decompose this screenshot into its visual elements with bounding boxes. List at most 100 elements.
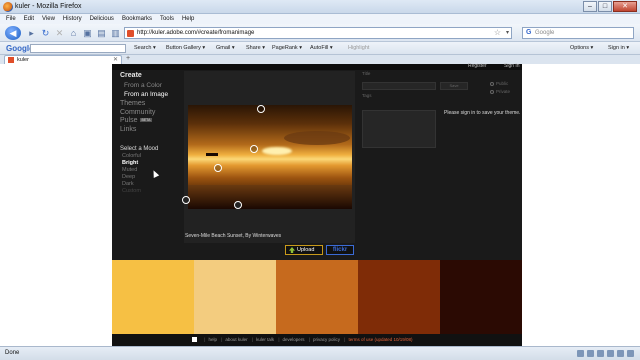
photo-shore bbox=[188, 185, 352, 209]
menu-bookmarks[interactable]: Bookmarks bbox=[122, 14, 152, 24]
footer-talk-link[interactable]: kuler talk bbox=[256, 337, 274, 342]
color-picker-handle[interactable] bbox=[182, 196, 190, 204]
footer-links: | help | about kuler | kuler talk | develope… bbox=[192, 337, 413, 343]
signin-message: Please sign in to save your theme. bbox=[444, 110, 521, 116]
menu-help[interactable]: Help bbox=[182, 14, 194, 24]
menu-history[interactable]: History bbox=[63, 14, 82, 24]
title-input[interactable] bbox=[362, 82, 436, 90]
menu-file[interactable]: File bbox=[6, 14, 16, 24]
mood-deep[interactable]: Deep bbox=[122, 174, 135, 180]
minimize-button[interactable]: – bbox=[583, 1, 597, 12]
public-radio[interactable]: Public bbox=[490, 81, 508, 86]
swatch-1[interactable] bbox=[112, 260, 194, 334]
print-icon[interactable]: ▥ bbox=[110, 28, 121, 38]
stop-icon[interactable]: ✕ bbox=[54, 28, 65, 38]
home-icon[interactable]: ⌂ bbox=[68, 28, 79, 38]
highlight-button[interactable]: Highlight bbox=[348, 45, 369, 51]
photo-caption: Seven-Mile Beach Sunset, By Winterwaves bbox=[185, 233, 282, 239]
footer-terms-link[interactable]: terms of use (updated 10/19/08) bbox=[348, 337, 412, 342]
color-picker-handle[interactable] bbox=[250, 145, 258, 153]
addon-icon[interactable] bbox=[617, 350, 624, 357]
nav-from-color[interactable]: From a Color bbox=[124, 82, 162, 89]
upload-button[interactable]: Upload bbox=[285, 245, 323, 255]
footer-privacy-link[interactable]: privacy policy bbox=[313, 337, 340, 342]
tab-kuler[interactable]: kuler ✕ bbox=[4, 55, 122, 64]
mood-title: Select a Mood bbox=[120, 146, 159, 152]
footer-help-link[interactable]: help bbox=[208, 337, 217, 342]
color-picker-handle[interactable] bbox=[257, 105, 265, 113]
mood-colorful[interactable]: Colorful bbox=[122, 153, 141, 159]
maximize-button[interactable]: □ bbox=[598, 1, 612, 12]
color-picker-handle[interactable] bbox=[234, 201, 242, 209]
save-button[interactable]: Save bbox=[440, 82, 468, 90]
photo-boat bbox=[206, 153, 218, 156]
kuler-top-strip: Register Sign In bbox=[112, 63, 522, 70]
flickr-button[interactable]: flickr bbox=[326, 245, 354, 255]
back-icon[interactable]: ◀ bbox=[5, 26, 21, 40]
nav-create[interactable]: Create bbox=[120, 72, 142, 79]
image-panel bbox=[182, 71, 355, 243]
flickr-label: flickr bbox=[332, 247, 348, 253]
navigation-toolbar: ◀ ▸ ↻ ✕ ⌂ ▣ ▤ ▥ http://kuler.adobe.com/#… bbox=[0, 24, 640, 42]
nav-themes[interactable]: Themes bbox=[120, 100, 145, 107]
nav-pulse[interactable]: Pulse BETA bbox=[120, 117, 153, 124]
google-search-button[interactable]: Search ▾ bbox=[134, 45, 156, 51]
radio-icon bbox=[490, 81, 494, 86]
close-button[interactable]: ✕ bbox=[613, 1, 637, 12]
share-button[interactable]: Share ▾ bbox=[246, 45, 265, 51]
nav-from-image[interactable]: From an Image bbox=[124, 91, 168, 98]
kuler-footer: | help | about kuler | kuler talk | develope… bbox=[112, 334, 522, 346]
swatch-2[interactable] bbox=[194, 260, 276, 334]
button-gallery-button[interactable]: Button Gallery ▾ bbox=[166, 45, 205, 51]
swatch-3[interactable] bbox=[276, 260, 358, 334]
new-tab-icon[interactable]: + bbox=[126, 55, 130, 62]
addon-icon[interactable] bbox=[607, 350, 614, 357]
address-dropdown-icon[interactable]: ▾ bbox=[506, 29, 509, 36]
mood-dark[interactable]: Dark bbox=[122, 181, 134, 187]
swatch-4[interactable] bbox=[358, 260, 440, 334]
menu-edit[interactable]: Edit bbox=[24, 14, 34, 24]
private-radio[interactable]: Private bbox=[490, 89, 510, 94]
screenshot-icon[interactable]: ▤ bbox=[96, 28, 107, 38]
toolbar-signin-button[interactable]: Sign in ▾ bbox=[608, 45, 629, 51]
mood-muted[interactable]: Muted bbox=[122, 167, 137, 173]
bookmark-star-icon[interactable]: ☆ bbox=[494, 28, 501, 37]
addon-icon[interactable] bbox=[587, 350, 594, 357]
footer-developers-link[interactable]: developers bbox=[283, 337, 305, 342]
gmail-button[interactable]: Gmail ▾ bbox=[216, 45, 235, 51]
color-picker-handle[interactable] bbox=[214, 164, 222, 172]
tab-strip: kuler ✕ + bbox=[0, 55, 640, 64]
menu-bar: File Edit View History Delicious Bookmar… bbox=[0, 14, 640, 24]
radio-icon bbox=[490, 89, 494, 94]
address-bar[interactable]: http://kuler.adobe.com/#create/fromanima… bbox=[124, 27, 512, 39]
footer-about-link[interactable]: about kuler bbox=[225, 337, 247, 342]
google-toolbar-input[interactable] bbox=[30, 44, 126, 53]
tab-close-icon[interactable]: ✕ bbox=[113, 56, 118, 63]
menu-delicious[interactable]: Delicious bbox=[90, 14, 114, 24]
addon-icon[interactable] bbox=[627, 350, 634, 357]
menu-view[interactable]: View bbox=[42, 14, 55, 24]
addon-icon[interactable] bbox=[597, 350, 604, 357]
search-box[interactable]: G Google bbox=[522, 27, 634, 39]
register-link[interactable]: Register bbox=[468, 63, 487, 69]
toolbar-options-button[interactable]: Options ▾ bbox=[570, 45, 593, 51]
upload-arrow-icon bbox=[289, 247, 295, 253]
menu-tools[interactable]: Tools bbox=[160, 14, 174, 24]
nav-links[interactable]: Links bbox=[120, 126, 136, 133]
sunset-photo bbox=[188, 105, 352, 209]
forward-icon[interactable]: ▸ bbox=[26, 28, 37, 38]
autofill-button[interactable]: AutoFill ▾ bbox=[310, 45, 333, 51]
addon-icon[interactable] bbox=[577, 350, 584, 357]
swatch-5[interactable] bbox=[440, 260, 522, 334]
signin-link[interactable]: Sign In bbox=[504, 63, 520, 69]
reload-icon[interactable]: ↻ bbox=[40, 28, 51, 38]
mood-custom[interactable]: Custom bbox=[122, 188, 141, 194]
firefox-icon bbox=[3, 2, 13, 12]
bookmark-add-icon[interactable]: ▣ bbox=[82, 28, 93, 38]
tags-textarea[interactable] bbox=[362, 110, 436, 148]
window-titlebar: kuler - Mozilla Firefox – □ ✕ bbox=[0, 0, 640, 14]
mood-bright[interactable]: Bright bbox=[122, 160, 138, 166]
title-label: Title bbox=[362, 71, 371, 76]
nav-community[interactable]: Community bbox=[120, 109, 155, 116]
pagerank-button[interactable]: PageRank ▾ bbox=[272, 45, 302, 51]
